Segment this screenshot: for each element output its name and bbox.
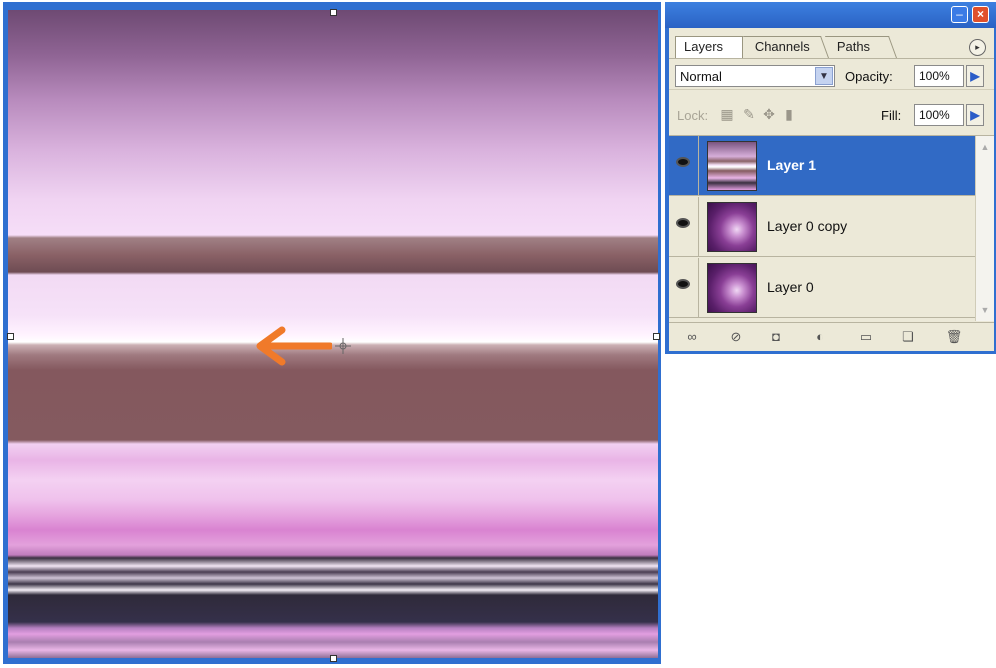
- close-button[interactable]: ×: [972, 6, 989, 23]
- lock-position-icon[interactable]: ✥: [761, 106, 777, 122]
- panel-tabs: Layers Channels Paths ▸: [669, 28, 994, 59]
- panel-menu-icon[interactable]: ▸: [969, 39, 986, 56]
- visibility-toggle[interactable]: [669, 197, 699, 256]
- chevron-down-icon[interactable]: ▼: [815, 67, 833, 85]
- scroll-down-icon[interactable]: ▼: [978, 303, 992, 317]
- layer-row[interactable]: Layer 0: [669, 258, 975, 318]
- fill-slider-button[interactable]: ▶: [966, 104, 984, 126]
- tab-layers[interactable]: Layers: [675, 36, 743, 58]
- left-arrow-annotation-icon: [256, 326, 332, 366]
- layers-panel: – × Layers Channels Paths ▸ Normal ▼ Opa…: [665, 2, 996, 354]
- opacity-slider-button[interactable]: ▶: [966, 65, 984, 87]
- adjustment-icon[interactable]: ◐: [811, 329, 829, 345]
- layer-list-scrollbar[interactable]: ▲ ▼: [975, 136, 994, 321]
- transform-handle-bottom[interactable]: [330, 655, 337, 662]
- tab-channels[interactable]: Channels: [742, 36, 830, 58]
- layer-style-icon[interactable]: ⊘: [727, 329, 745, 345]
- tab-paths-label: Paths: [836, 39, 871, 54]
- move-cursor-icon: [335, 338, 351, 354]
- transform-handle-top[interactable]: [330, 9, 337, 16]
- lock-label: Lock:: [677, 108, 709, 123]
- lock-paint-icon[interactable]: ✎: [741, 106, 757, 122]
- fill-label: Fill:: [881, 108, 902, 123]
- layer-row[interactable]: Layer 0 copy: [669, 197, 975, 257]
- fill-input[interactable]: 100%: [914, 104, 964, 126]
- eye-icon: [676, 157, 690, 167]
- blend-mode-select[interactable]: Normal ▼: [675, 65, 835, 87]
- blend-row: Normal ▼ Opacity: 100% ▶: [669, 59, 994, 89]
- lock-all-icon[interactable]: ▮: [781, 106, 797, 122]
- opacity-input[interactable]: 100%: [914, 65, 964, 87]
- layer-name: Layer 0: [767, 279, 814, 295]
- scroll-up-icon[interactable]: ▲: [978, 140, 992, 154]
- lock-transparency-icon[interactable]: ▦: [719, 106, 735, 122]
- tab-paths[interactable]: Paths: [824, 36, 898, 58]
- eye-icon: [676, 279, 690, 289]
- minimize-button[interactable]: –: [951, 6, 968, 23]
- layer-thumbnail: [707, 202, 757, 252]
- group-icon[interactable]: ▭: [857, 329, 875, 345]
- panel-body: Layers Channels Paths ▸ Normal ▼ Opacity…: [669, 28, 994, 351]
- eye-icon: [676, 218, 690, 228]
- image-canvas[interactable]: [8, 10, 658, 658]
- visibility-toggle[interactable]: [669, 136, 699, 195]
- layer-name: Layer 1: [767, 157, 817, 173]
- transform-handle-left[interactable]: [7, 333, 14, 340]
- layer-name: Layer 0 copy: [767, 218, 848, 234]
- layer-thumbnail: [707, 141, 757, 191]
- mask-icon[interactable]: ◘: [767, 329, 785, 345]
- layer-thumbnail: [707, 263, 757, 313]
- panel-titlebar[interactable]: – ×: [665, 2, 996, 28]
- layer-row[interactable]: Layer 1: [669, 136, 975, 196]
- new-layer-icon[interactable]: ❏: [899, 329, 917, 345]
- transform-handle-right[interactable]: [653, 333, 660, 340]
- opacity-label: Opacity:: [845, 69, 893, 84]
- tab-channels-label: Channels: [754, 39, 810, 54]
- lock-row: Lock: ▦ ✎ ✥ ▮ Fill: 100% ▶: [669, 89, 994, 136]
- layer-list: Layer 1 Layer 0 copy Layer 0: [669, 136, 975, 321]
- trash-icon[interactable]: 🗑: [945, 329, 963, 345]
- visibility-toggle[interactable]: [669, 258, 699, 317]
- panel-bottom-toolbar: ∞ ⊘ ◘ ◐ ▭ ❏ 🗑: [669, 322, 994, 351]
- link-icon[interactable]: ∞: [683, 329, 701, 345]
- blend-mode-value: Normal: [680, 69, 722, 84]
